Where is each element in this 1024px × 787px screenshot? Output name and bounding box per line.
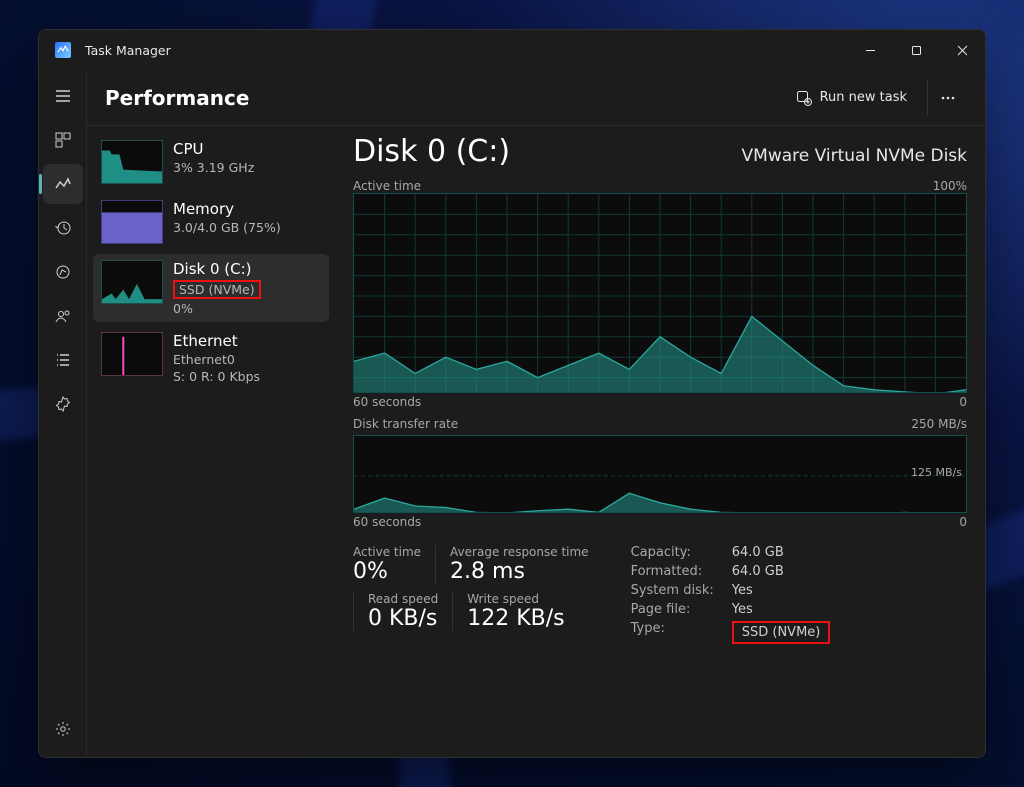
minimize-button[interactable] (847, 30, 893, 70)
detail-panel: Disk 0 (C:) VMware Virtual NVMe Disk Act… (335, 126, 985, 757)
app-title: Task Manager (85, 43, 171, 58)
eth-name: Ethernet (173, 332, 260, 350)
app-icon (55, 42, 71, 58)
disk-sub2: 0% (173, 301, 261, 316)
disk-name: Disk 0 (C:) (173, 260, 261, 278)
chart1-xleft: 60 seconds (353, 395, 421, 409)
cpu-name: CPU (173, 140, 254, 158)
eth-sub2: S: 0 R: 0 Kbps (173, 369, 260, 384)
maximize-button[interactable] (893, 30, 939, 70)
kpi-write-value: 122 KB/s (467, 606, 564, 631)
page-header: Performance Run new task (87, 70, 985, 126)
nav-details[interactable] (43, 340, 83, 380)
nav-users[interactable] (43, 296, 83, 336)
transfer-rate-chart: 125 MB/s (353, 435, 967, 513)
cpu-thumb (101, 140, 163, 184)
more-options-button[interactable] (927, 80, 967, 116)
cpu-sub: 3% 3.19 GHz (173, 160, 254, 175)
chart2-label: Disk transfer rate (353, 417, 458, 431)
chart2-xleft: 60 seconds (353, 515, 421, 529)
kpi-avg-label: Average response time (450, 545, 589, 559)
run-new-task-button[interactable]: Run new task (786, 84, 917, 112)
sidebar-item-ethernet[interactable]: Ethernet Ethernet0 S: 0 R: 0 Kbps (93, 326, 329, 390)
active-time-chart (353, 193, 967, 393)
eth-thumb (101, 332, 163, 376)
kpi-read-value: 0 KB/s (368, 606, 438, 631)
close-button[interactable] (939, 30, 985, 70)
chart2-xright: 0 (959, 515, 967, 529)
kpi-active-value: 0% (353, 559, 421, 584)
nav-app-history[interactable] (43, 208, 83, 248)
nav-services[interactable] (43, 384, 83, 424)
sidebar-item-cpu[interactable]: CPU 3% 3.19 GHz (93, 134, 329, 190)
eth-sub1: Ethernet0 (173, 352, 260, 367)
nav-rail (39, 70, 87, 757)
chart1-xright: 0 (959, 395, 967, 409)
nav-processes[interactable] (43, 120, 83, 160)
chart1-max: 100% (933, 179, 967, 193)
sidebar-item-disk0[interactable]: Disk 0 (C:) SSD (NVMe) 0% (93, 254, 329, 322)
run-task-icon (796, 90, 812, 106)
chart2-max: 250 MB/s (911, 417, 967, 431)
kpi-avg-value: 2.8 ms (450, 559, 589, 584)
page-title: Performance (105, 86, 249, 110)
kpi-read-label: Read speed (368, 592, 438, 606)
detail-title: Disk 0 (C:) (353, 134, 510, 169)
hamburger-button[interactable] (43, 76, 83, 116)
sidebar-item-memory[interactable]: Memory 3.0/4.0 GB (75%) (93, 194, 329, 250)
nav-startup[interactable] (43, 252, 83, 292)
memory-sub: 3.0/4.0 GB (75%) (173, 220, 281, 235)
nav-settings[interactable] (43, 709, 83, 749)
memory-thumb (101, 200, 163, 244)
detail-model: VMware Virtual NVMe Disk (742, 146, 967, 166)
run-task-label: Run new task (820, 90, 907, 105)
type-value: SSD (NVMe) (732, 621, 831, 644)
disk-thumb (101, 260, 163, 304)
chart1-label: Active time (353, 179, 421, 193)
performance-sidebar: CPU 3% 3.19 GHz Memory 3.0/4.0 GB (75%) (87, 126, 335, 757)
kpi-write-label: Write speed (467, 592, 564, 606)
memory-name: Memory (173, 200, 281, 218)
nav-performance[interactable] (43, 164, 83, 204)
disk-sub1: SSD (NVMe) (173, 280, 261, 299)
task-manager-window: Task Manager Performance (38, 29, 986, 758)
properties-panel: Capacity:64.0 GB Formatted:64.0 GB Syste… (631, 545, 831, 644)
kpi-active-label: Active time (353, 545, 421, 559)
titlebar: Task Manager (39, 30, 985, 70)
